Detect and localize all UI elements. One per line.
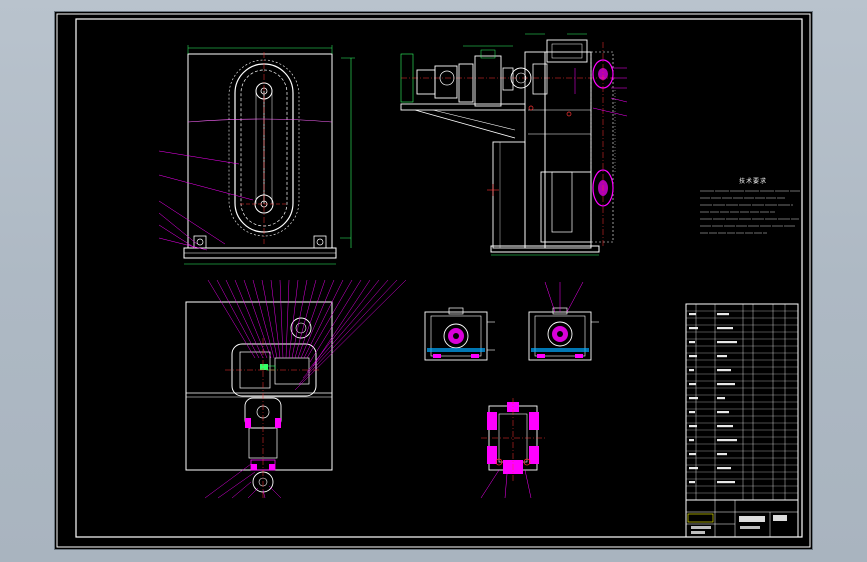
bom-cell-mark <box>689 341 695 344</box>
bom-cell-mark <box>689 453 696 456</box>
bom-cell-mark <box>717 369 731 372</box>
section-view-bottom <box>480 398 545 499</box>
bom-cell-mark <box>689 425 697 428</box>
title-block[interactable] <box>685 499 799 538</box>
bom-cell-mark <box>717 467 731 470</box>
sheet-inner-border <box>75 18 803 538</box>
cad-drawing-canvas[interactable] <box>55 12 812 549</box>
bom-cell-mark <box>689 411 695 414</box>
bom-cell-mark <box>717 453 727 456</box>
bom-cell-mark <box>717 481 735 484</box>
side-view <box>400 33 628 256</box>
bom-cell-mark <box>689 313 696 316</box>
bom-cell-mark <box>717 411 729 414</box>
section-view-left <box>424 307 495 361</box>
technical-requirements-lines <box>700 190 800 234</box>
technical-requirements-block: 技术要求 <box>698 178 808 187</box>
bom-cell-mark <box>717 355 727 358</box>
section-view-right <box>528 281 599 361</box>
cad-drawing-viewport[interactable]: 技术要求 <box>55 12 812 549</box>
front-view <box>158 45 355 265</box>
bom-cell-mark <box>689 355 697 358</box>
plan-view <box>185 279 407 499</box>
bom-cell-mark <box>717 397 725 400</box>
bom-cell-mark <box>689 383 696 386</box>
bom-cell-mark <box>717 341 737 344</box>
bom-cell-mark <box>689 439 694 442</box>
bom-cell-mark <box>717 439 737 442</box>
bom-cell-mark <box>717 313 729 316</box>
bom-cell-mark <box>689 397 698 400</box>
parts-list-table[interactable] <box>685 303 799 501</box>
technical-requirements-title: 技术要求 <box>738 178 767 185</box>
bom-cell-mark <box>717 327 733 330</box>
bom-cell-mark <box>689 369 694 372</box>
bom-cell-mark <box>689 481 695 484</box>
bom-cell-mark <box>689 467 698 470</box>
bom-cell-mark <box>717 425 733 428</box>
bom-cell-mark <box>717 383 735 386</box>
bom-cell-mark <box>689 327 698 330</box>
